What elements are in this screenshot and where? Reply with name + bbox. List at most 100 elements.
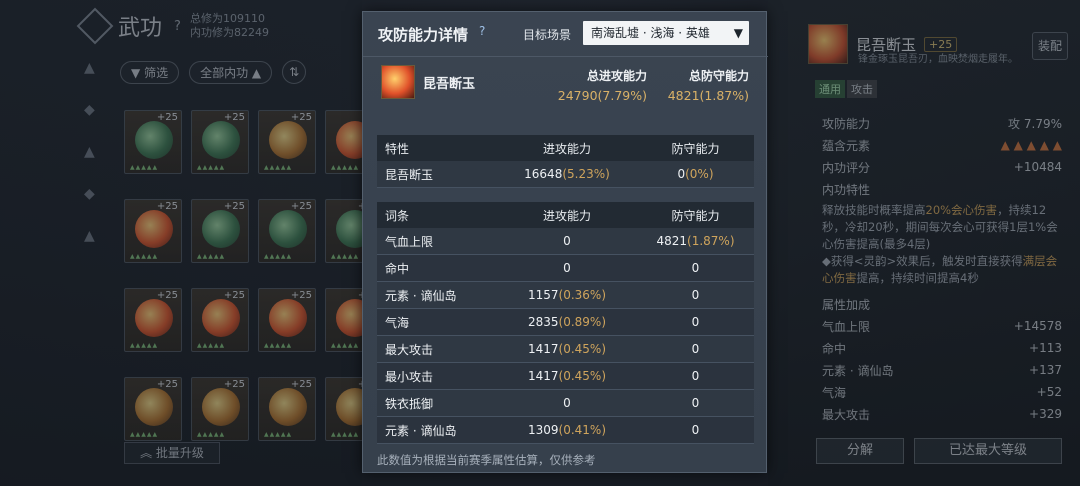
- skill-slot[interactable]: +25 ▲▲▲▲▲: [124, 288, 182, 352]
- skill-orb-icon: [135, 299, 173, 337]
- skill-slot[interactable]: +25 ▲▲▲▲▲: [191, 199, 249, 263]
- row-defense: 0: [637, 396, 754, 410]
- bonus-value: +52: [1036, 385, 1062, 399]
- defense-number: 0: [691, 342, 700, 356]
- page-header: 武功 ?: [76, 7, 181, 45]
- category-icon-swirl[interactable]: ◆: [84, 186, 95, 202]
- help-icon[interactable]: ?: [174, 19, 181, 34]
- max-level-button[interactable]: 已达最大等级: [914, 438, 1062, 464]
- help-icon[interactable]: ?: [479, 24, 493, 38]
- trait-description: 释放技能时概率提高20%会心伤害，持续12秒，冷却20秒，期间每次会心可获得1层…: [822, 202, 1062, 287]
- attack-number: 0: [563, 234, 571, 248]
- defense-number: 0: [691, 288, 700, 302]
- bonus-value: +14578: [1013, 319, 1062, 333]
- sort-icon[interactable]: ⇅: [282, 60, 307, 84]
- attack-defense-modal: 攻防能力详情 ? 目标场景 南海乱墟 · 浅海 · 英雄 ▼ 昆吾断玉 总进攻能…: [362, 11, 768, 473]
- skill-orb-icon: [269, 388, 307, 426]
- defense-number: 0: [677, 167, 686, 181]
- tag-general[interactable]: 通用: [815, 80, 845, 98]
- skill-orb-icon: [269, 210, 307, 248]
- batch-upgrade-label: 批量升级: [155, 446, 204, 460]
- scene-label: 目标场景: [523, 28, 572, 42]
- slot-stars: ▲▲▲▲▲: [264, 342, 293, 349]
- modal-footnote: 此数值为根据当前赛季属性估算，仅供参考: [377, 453, 596, 467]
- row-name: 昆吾断玉: [385, 167, 434, 182]
- row-defense: 0: [637, 288, 754, 302]
- slot-level: +25: [223, 290, 245, 301]
- skill-slot[interactable]: +25 ▲▲▲▲▲: [191, 288, 249, 352]
- skill-slot[interactable]: +25 ▲▲▲▲▲: [258, 288, 316, 352]
- filter-label: 筛选: [144, 65, 169, 80]
- category-icon-drop[interactable]: ◆: [84, 102, 95, 118]
- attack-defense-label: 攻防能力: [822, 116, 871, 131]
- filter-button[interactable]: ▼ 筛选: [120, 60, 180, 84]
- row-attack: 0: [497, 261, 637, 275]
- category-icon-mountain[interactable]: ▲: [84, 228, 95, 244]
- attack-defense-row[interactable]: 攻防能力 攻 7.79%: [822, 112, 1062, 134]
- attack-number: 0: [563, 396, 571, 410]
- row-defense: 0: [637, 423, 754, 437]
- entry-rows: 气血上限 0 4821(1.87%) 命中 0 0 元素 · 谪仙岛 1157(0.36%) 0…: [377, 228, 754, 444]
- row-name: 命中: [385, 261, 410, 276]
- attack-number: 16648: [524, 167, 563, 181]
- skill-slot[interactable]: +25 ▲▲▲▲▲: [124, 110, 182, 174]
- table-row: 昆吾断玉 16648(5.23%) 0(0%): [377, 161, 754, 188]
- bonus-name: 气海: [822, 385, 847, 400]
- attack-badge: 攻: [1008, 116, 1021, 131]
- slot-level: +25: [290, 112, 312, 123]
- batch-upgrade-button[interactable]: ︽ 批量升级: [124, 442, 220, 464]
- modal-title: 攻防能力详情: [378, 26, 469, 44]
- equip-button[interactable]: 装配: [1032, 32, 1068, 60]
- tag-attack[interactable]: 攻击: [847, 80, 877, 98]
- category-icon-flame[interactable]: ▲: [84, 144, 95, 160]
- table-row: 元素 · 谪仙岛 1309(0.41%) 0: [377, 417, 754, 444]
- skill-slot[interactable]: +25 ▲▲▲▲▲: [258, 199, 316, 263]
- total-cultivation: 总修为109110: [190, 12, 265, 25]
- row-attack: 1157(0.36%): [497, 288, 637, 302]
- bonus-row: 最大攻击 +329: [822, 403, 1062, 425]
- header-defense: 防守能力: [671, 208, 720, 223]
- attack-percent: (0.89%): [558, 315, 607, 329]
- defense-number: 0: [691, 315, 700, 329]
- score-row: 内功评分 +10484: [822, 156, 1062, 178]
- skill-flame-icon: [381, 65, 415, 99]
- bonus-name: 命中: [822, 341, 847, 356]
- scene-select[interactable]: 南海乱墟 · 浅海 · 英雄 ▼: [583, 21, 749, 45]
- skill-slot[interactable]: +25 ▲▲▲▲▲: [191, 377, 249, 441]
- decompose-button[interactable]: 分解: [816, 438, 904, 464]
- category-icon-triangle[interactable]: ▲: [84, 60, 95, 76]
- defense-number: 0: [691, 369, 700, 383]
- slot-level: +25: [290, 379, 312, 390]
- row-name: 最大攻击: [385, 342, 434, 357]
- table-row: 铁衣抵御 0 0: [377, 390, 754, 417]
- row-defense: 4821(1.87%): [637, 234, 754, 248]
- row-attack: 1417(0.45%): [497, 342, 637, 356]
- defense-number: 0: [691, 423, 700, 437]
- trait-table-header: 特性 进攻能力 防守能力: [377, 135, 754, 161]
- skill-orb-icon: [269, 121, 307, 159]
- slot-stars: ▲▲▲▲▲: [197, 431, 226, 438]
- bonus-value: +329: [1029, 407, 1062, 421]
- defense-number: 0: [691, 261, 700, 275]
- attack-percent: (5.23%): [562, 167, 610, 181]
- modal-header: 攻防能力详情 ? 目标场景 南海乱墟 · 浅海 · 英雄 ▼: [363, 12, 768, 56]
- skill-slot[interactable]: +25 ▲▲▲▲▲: [191, 110, 249, 174]
- filter-bar: ▼ 筛选 全部内功 ▲ ⇅: [120, 60, 307, 84]
- slot-level: +25: [156, 112, 178, 123]
- defense-percent: (1.87%): [687, 234, 735, 248]
- row-name: 最小攻击: [385, 369, 434, 384]
- skill-orb-icon: [202, 210, 240, 248]
- slot-level: +25: [156, 379, 178, 390]
- skill-slot[interactable]: +25 ▲▲▲▲▲: [258, 377, 316, 441]
- skill-slot[interactable]: +25 ▲▲▲▲▲: [258, 110, 316, 174]
- skill-slot[interactable]: +25 ▲▲▲▲▲: [124, 199, 182, 263]
- all-inner-dropdown[interactable]: 全部内功 ▲: [189, 60, 273, 84]
- trait-text-3: ◆获得<灵韵>效果后，触发时直接获得: [822, 254, 1023, 268]
- elements-row: 蕴含元素 ▲ ▲ ▲ ▲ ▲: [822, 134, 1062, 156]
- bonus-row: 命中 +113: [822, 337, 1062, 359]
- header-entry: 词条: [385, 208, 410, 223]
- category-sidebar: ▲ ◆ ▲ ◆ ▲: [84, 60, 95, 244]
- skill-slot[interactable]: +25 ▲▲▲▲▲: [124, 377, 182, 441]
- slot-level: +25: [223, 379, 245, 390]
- bonus-name: 元素 · 谪仙岛: [822, 363, 894, 378]
